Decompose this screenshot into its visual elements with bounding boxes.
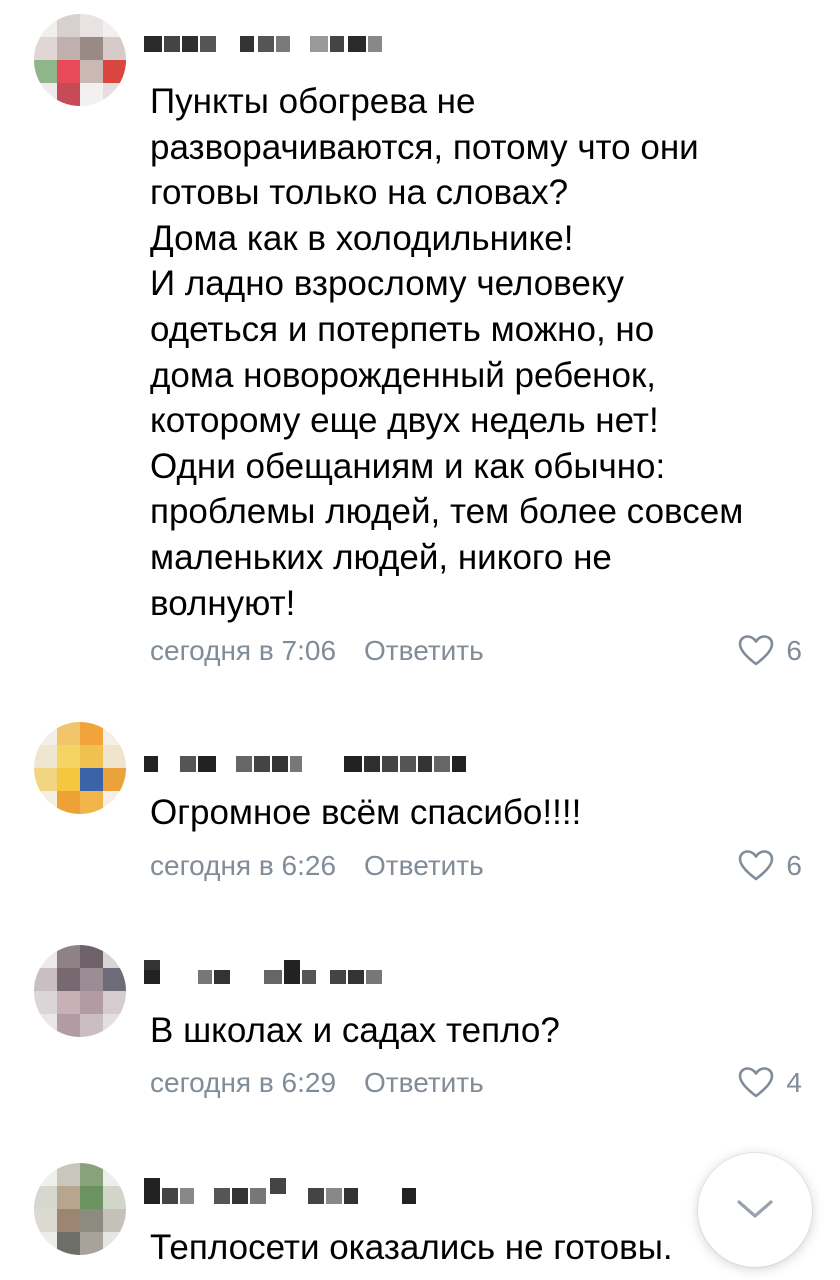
like-button[interactable]: 6 bbox=[738, 631, 802, 671]
author-name[interactable] bbox=[144, 30, 504, 60]
reply-button[interactable]: Ответить bbox=[364, 631, 484, 671]
comment-text: Огромное всём спасибо!!!! bbox=[150, 793, 582, 832]
author-name-redaction bbox=[144, 1178, 416, 1204]
chevron-down-icon bbox=[737, 1200, 773, 1218]
like-count: 6 bbox=[786, 850, 802, 881]
comment-text: Пункты обогрева не разворачиваются, пото… bbox=[150, 82, 744, 623]
comment-meta: сегодня в 6:26 Ответить bbox=[150, 846, 810, 886]
reply-button[interactable]: Ответить bbox=[364, 846, 484, 886]
comment-text: В школах и садах тепло? bbox=[150, 1011, 560, 1050]
comment-meta: сегодня в 6:29 Ответить bbox=[150, 1063, 810, 1103]
like-count: 6 bbox=[786, 635, 802, 666]
avatar-image bbox=[34, 945, 126, 1037]
author-name[interactable] bbox=[144, 1178, 504, 1208]
author-name[interactable] bbox=[144, 750, 504, 780]
heart-outline-icon bbox=[739, 850, 774, 881]
heart-outline-icon bbox=[739, 635, 774, 666]
comments-screen: Пункты обогрева не разворачиваются, пото… bbox=[0, 0, 840, 1280]
comment-time[interactable]: сегодня в 7:06 bbox=[150, 631, 336, 671]
avatar[interactable] bbox=[34, 1163, 126, 1255]
author-name-redaction bbox=[144, 960, 382, 984]
scroll-down-button[interactable] bbox=[698, 1153, 812, 1267]
like-button[interactable]: 4 bbox=[738, 1063, 802, 1103]
heart-outline-icon bbox=[739, 1067, 774, 1098]
author-name-redaction bbox=[144, 36, 382, 52]
like-button[interactable]: 6 bbox=[738, 846, 802, 886]
author-name[interactable] bbox=[144, 960, 504, 990]
comment-time[interactable]: сегодня в 6:26 bbox=[150, 846, 336, 886]
like-count: 4 bbox=[786, 1067, 802, 1098]
avatar-image bbox=[34, 14, 126, 106]
avatar-image bbox=[34, 1163, 126, 1255]
comment-meta: сегодня в 7:06 Ответить bbox=[150, 631, 810, 671]
avatar[interactable] bbox=[34, 14, 126, 106]
comment-time[interactable]: сегодня в 6:29 bbox=[150, 1063, 336, 1103]
avatar[interactable] bbox=[34, 722, 126, 814]
author-name-redaction bbox=[144, 756, 466, 772]
reply-button[interactable]: Ответить bbox=[364, 1063, 484, 1103]
avatar-image bbox=[34, 722, 126, 814]
avatar[interactable] bbox=[34, 945, 126, 1037]
